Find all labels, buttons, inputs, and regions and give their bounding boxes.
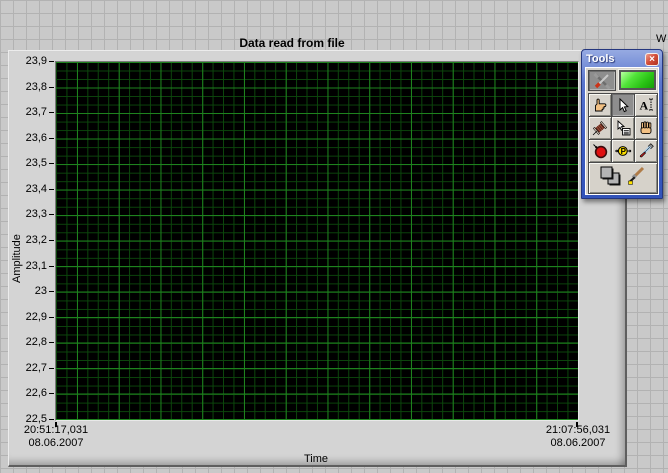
y-tick-mark (49, 240, 54, 241)
y-tick-mark (49, 265, 54, 267)
chart-title: Data read from file (239, 36, 345, 50)
tools-palette-titlebar[interactable]: Tools × (582, 50, 662, 67)
text-cursor-icon: A (638, 97, 654, 113)
x-end-date: 08.06.2007 (550, 437, 606, 449)
y-tick-mark (49, 188, 54, 190)
y-tick-mark (49, 291, 54, 293)
x-start-date: 08.06.2007 (28, 437, 84, 449)
y-tick-mark (49, 112, 54, 114)
eyedropper-icon (638, 143, 654, 159)
y-tick-mark (49, 86, 54, 88)
crossed-tools-icon (593, 72, 611, 89)
wire-spool-icon (592, 120, 608, 136)
operate-value-tool[interactable] (589, 94, 611, 116)
y-tick-label: 23,9 (25, 55, 47, 67)
y-tick-label: 23,7 (25, 106, 47, 119)
set-breakpoint-tool[interactable] (589, 140, 611, 162)
probe-icon: P (614, 143, 632, 159)
svg-text:A: A (640, 99, 649, 113)
open-hand-icon (638, 120, 654, 136)
color-swatches-brush-icon (597, 165, 649, 191)
position-select-tool[interactable] (612, 94, 634, 116)
edit-text-tool[interactable]: A (635, 94, 657, 116)
y-tick-mark (49, 316, 54, 318)
y-tick-mark (49, 137, 54, 139)
y-tick-mark (49, 393, 54, 395)
close-icon[interactable]: × (645, 52, 659, 66)
clipped-label-right-edge: W (656, 33, 667, 45)
y-tick-mark (49, 61, 54, 62)
y-tick-mark (49, 342, 54, 344)
y-tick-mark (49, 214, 54, 216)
x-tick-label-start: 20:51:17,031 08.06.2007 (0, 424, 126, 450)
y-tick-label: 23,8 (25, 80, 47, 93)
connect-wire-tool[interactable] (589, 117, 611, 139)
get-color-tool[interactable] (635, 140, 657, 162)
x-tick-label-end: 21:07:56,031 08.06.2007 (508, 424, 648, 450)
menu-cursor-icon (615, 120, 631, 136)
set-color-tool[interactable] (589, 163, 657, 193)
y-tick-label: 23,5 (25, 157, 47, 170)
y-tick-label: 22,7 (25, 361, 47, 374)
object-shortcut-menu-tool[interactable] (612, 117, 634, 139)
x-start-time: 20:51:17,031 (23, 424, 89, 436)
tools-palette-body: A P (585, 67, 659, 195)
auto-tool-select-button[interactable] (588, 70, 616, 91)
pointing-finger-icon (592, 97, 608, 113)
scroll-window-tool[interactable] (635, 117, 657, 139)
probe-data-tool[interactable]: P (612, 140, 634, 162)
svg-text:P: P (621, 147, 627, 156)
y-tick-label: 23,6 (25, 131, 47, 144)
y-tick-label: 22,6 (25, 387, 47, 400)
y-axis-label: Amplitude (11, 234, 23, 284)
plot-area[interactable] (55, 61, 579, 421)
arrow-cursor-icon (616, 97, 630, 113)
tools-palette-title: Tools (586, 53, 615, 65)
auto-tool-led-indicator (617, 69, 658, 91)
y-tick-mark (49, 419, 54, 420)
y-tick-label: 23,4 (25, 182, 47, 195)
y-tick-label: 22,8 (25, 336, 47, 349)
y-tick-mark (49, 367, 54, 369)
tools-palette[interactable]: Tools × A P (581, 49, 663, 199)
breakpoint-stop-icon (592, 143, 608, 159)
tool-grid: A P (588, 93, 658, 194)
waveform-chart[interactable]: 23,9 23,8 23,7 23,6 23,5 23,4 23,3 23,2 23,1 23 22… (8, 50, 627, 467)
x-axis-label: Time (303, 453, 329, 465)
y-tick-mark (49, 163, 54, 165)
x-end-time: 21:07:56,031 (545, 424, 611, 436)
